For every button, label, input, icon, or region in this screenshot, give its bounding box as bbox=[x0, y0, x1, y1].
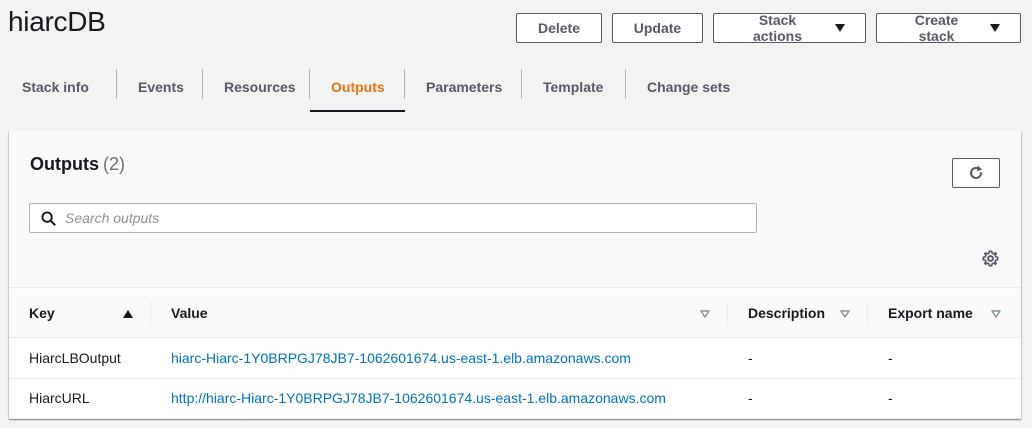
table-header-row: Key Value Description Export name bbox=[9, 289, 1021, 338]
sort-ascending-icon bbox=[123, 305, 133, 321]
create-stack-button[interactable]: Create stack bbox=[876, 12, 1021, 44]
tab-template[interactable]: Template bbox=[522, 62, 626, 112]
search-outputs-field[interactable] bbox=[29, 203, 757, 233]
cell-description: - bbox=[728, 378, 868, 419]
tab-change-sets[interactable]: Change sets bbox=[626, 62, 756, 112]
sort-filter-icon bbox=[991, 305, 1001, 321]
caret-down-icon bbox=[835, 24, 845, 32]
page-title: hiarcDB bbox=[8, 6, 106, 37]
delete-button[interactable]: Delete bbox=[516, 13, 602, 43]
tab-stack-info[interactable]: Stack info bbox=[9, 62, 117, 112]
gear-icon[interactable] bbox=[980, 248, 1000, 268]
column-header-description[interactable]: Description bbox=[728, 289, 868, 338]
search-outputs-input[interactable] bbox=[65, 210, 725, 226]
cell-export-name: - bbox=[868, 378, 1021, 419]
outputs-panel-header: Outputs (2) bbox=[9, 131, 1021, 288]
cell-value: hiarc-Hiarc-1Y0BRPGJ78JB7-1062601674.us-… bbox=[151, 337, 728, 379]
cell-key: HiarcLBOutput bbox=[9, 337, 151, 379]
sort-filter-icon bbox=[700, 305, 710, 321]
outputs-panel: Outputs (2) Search outputs Key Value Des… bbox=[9, 131, 1021, 419]
table-row: HiarcURL http://hiarc-Hiarc-1Y0BRPGJ78JB… bbox=[9, 378, 1021, 419]
refresh-icon bbox=[970, 165, 983, 179]
outputs-count: (2) bbox=[103, 154, 125, 174]
caret-down-icon bbox=[990, 24, 1000, 32]
output-value-link[interactable]: http://hiarc-Hiarc-1Y0BRPGJ78JB7-1062601… bbox=[171, 390, 666, 406]
column-header-export-name[interactable]: Export name bbox=[868, 289, 1021, 338]
stack-actions-button[interactable]: Stack actions bbox=[713, 12, 866, 44]
cell-value: http://hiarc-Hiarc-1Y0BRPGJ78JB7-1062601… bbox=[151, 378, 728, 419]
stack-actions-label: Stack actions bbox=[752, 12, 802, 44]
sort-filter-icon bbox=[840, 305, 850, 321]
create-stack-label: Create stack bbox=[914, 12, 959, 44]
table-row: HiarcLBOutput hiarc-Hiarc-1Y0BRPGJ78JB7-… bbox=[9, 337, 1021, 379]
column-header-value[interactable]: Value bbox=[151, 289, 728, 338]
stack-tabs: Stack info Events Resources Outputs Para… bbox=[9, 62, 1023, 112]
tab-outputs[interactable]: Outputs bbox=[310, 62, 405, 112]
outputs-table: Key Value Description Export name HiarcL… bbox=[9, 289, 1021, 419]
refresh-button[interactable] bbox=[952, 158, 1000, 188]
search-icon bbox=[41, 210, 56, 226]
cell-export-name: - bbox=[868, 337, 1021, 379]
update-button[interactable]: Update bbox=[612, 13, 703, 43]
tab-events[interactable]: Events bbox=[117, 62, 203, 112]
stack-actions-bar: Delete Update Stack actions Create stack bbox=[516, 12, 1021, 44]
tab-parameters[interactable]: Parameters bbox=[405, 62, 522, 112]
tab-resources[interactable]: Resources bbox=[203, 62, 310, 112]
cell-description: - bbox=[728, 337, 868, 379]
column-header-key[interactable]: Key bbox=[9, 289, 151, 338]
outputs-title: Outputs (2) bbox=[30, 154, 125, 174]
cell-key: HiarcURL bbox=[9, 378, 151, 419]
output-value-link[interactable]: hiarc-Hiarc-1Y0BRPGJ78JB7-1062601674.us-… bbox=[171, 350, 631, 366]
